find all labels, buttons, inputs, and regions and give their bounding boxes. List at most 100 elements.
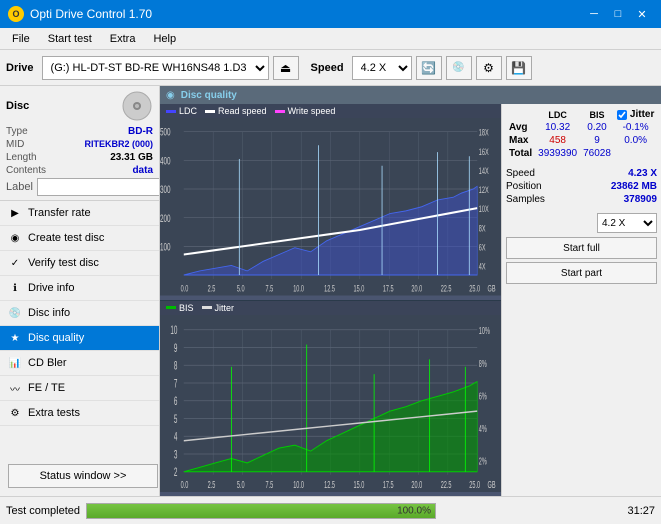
sidebar-item-create-test-disc[interactable]: ◉ Create test disc xyxy=(0,226,159,251)
svg-text:8: 8 xyxy=(174,359,178,373)
samples-row: Samples 378909 xyxy=(506,194,657,205)
top-chart: LDC Read speed Write speed xyxy=(160,104,501,301)
window-controls: ─ □ ✕ xyxy=(583,4,653,24)
menu-help[interactable]: Help xyxy=(145,31,184,47)
stats-col-ldc: LDC xyxy=(535,108,580,121)
bottom-chart-svg: 10 9 8 7 6 5 4 3 2 10% 8% 6% 4% xyxy=(160,315,501,493)
svg-text:2.5: 2.5 xyxy=(208,283,216,294)
sidebar-item-verify-test-disc[interactable]: ✓ Verify test disc xyxy=(0,251,159,276)
svg-text:17.5: 17.5 xyxy=(383,478,394,490)
save-button[interactable]: 💾 xyxy=(506,56,532,80)
jitter-legend: Jitter xyxy=(202,303,235,313)
chart-title-bar: ◉ Disc quality xyxy=(160,86,661,104)
action-area: 4.2 X Start full Start part xyxy=(506,213,657,287)
disc-mid-row: MID RITEKBR2 (000) xyxy=(6,139,153,150)
svg-text:18X: 18X xyxy=(479,127,489,138)
menu-file[interactable]: File xyxy=(4,31,38,47)
speed-select[interactable]: 4.2 X xyxy=(352,56,412,80)
start-part-button[interactable]: Start part xyxy=(506,262,657,284)
position-row: Position 23862 MB xyxy=(506,181,657,192)
svg-text:7: 7 xyxy=(174,377,178,391)
svg-text:2%: 2% xyxy=(479,454,487,466)
svg-text:15.0: 15.0 xyxy=(353,478,364,490)
svg-text:100: 100 xyxy=(160,241,171,253)
settings-button[interactable]: ⚙ xyxy=(476,56,502,80)
app-icon: O xyxy=(8,6,24,22)
label-input[interactable] xyxy=(37,178,160,196)
svg-text:22.5: 22.5 xyxy=(441,283,452,294)
svg-text:8%: 8% xyxy=(479,356,487,368)
menu-start-test[interactable]: Start test xyxy=(40,31,100,47)
svg-text:400: 400 xyxy=(160,155,171,167)
disc-info-icon: 💿 xyxy=(8,306,22,320)
svg-text:GB: GB xyxy=(488,478,496,490)
sidebar-item-cd-bler[interactable]: 📊 CD Bler xyxy=(0,351,159,376)
svg-text:17.5: 17.5 xyxy=(383,283,394,294)
disc-label-row: Label ✏ xyxy=(6,178,153,196)
svg-text:10%: 10% xyxy=(479,324,491,336)
title-bar-left: O Opti Drive Control 1.70 xyxy=(8,6,152,22)
sidebar-item-transfer-rate[interactable]: ▶ Transfer rate xyxy=(0,201,159,226)
jitter-check[interactable] xyxy=(617,110,627,120)
disc-type-row: Type BD-R xyxy=(6,126,153,137)
speed-select-inline[interactable]: 4.2 X xyxy=(597,213,657,233)
sidebar-item-disc-info[interactable]: 💿 Disc info xyxy=(0,301,159,326)
chart-title: Disc quality xyxy=(181,90,237,101)
create-test-icon: ◉ xyxy=(8,231,22,245)
svg-text:16X: 16X xyxy=(479,146,489,157)
verify-test-icon: ✓ xyxy=(8,256,22,270)
svg-text:5: 5 xyxy=(174,413,178,427)
disc-length-row: Length 23.31 GB xyxy=(6,152,153,163)
status-text: Test completed xyxy=(6,505,80,517)
jitter-checkbox[interactable]: Jitter xyxy=(617,109,654,120)
progress-text: 100.0% xyxy=(397,505,431,516)
sidebar-item-drive-info[interactable]: ℹ Drive info xyxy=(0,276,159,301)
stats-col-bis: BIS xyxy=(580,108,614,121)
bottom-legend: BIS Jitter xyxy=(160,301,501,315)
bottom-chart: BIS Jitter xyxy=(160,301,501,497)
stats-max-row: Max 458 9 0.0% xyxy=(506,134,657,147)
burn-button[interactable]: 💿 xyxy=(446,56,472,80)
svg-text:7.5: 7.5 xyxy=(265,478,273,490)
sidebar-item-extra-tests[interactable]: ⚙ Extra tests xyxy=(0,401,159,426)
charts-area: LDC Read speed Write speed xyxy=(160,104,501,496)
sidebar-item-fe-te[interactable]: 〰 FE / TE xyxy=(0,376,159,401)
svg-text:2: 2 xyxy=(174,466,178,480)
extra-tests-icon: ⚙ xyxy=(8,406,22,420)
menu-bar: File Start test Extra Help xyxy=(0,28,661,50)
refresh-button[interactable]: 🔄 xyxy=(416,56,442,80)
drive-select[interactable]: (G:) HL-DT-ST BD-RE WH16NS48 1.D3 xyxy=(42,56,269,80)
maximize-button[interactable]: □ xyxy=(607,4,629,24)
sidebar-item-label-create-test: Create test disc xyxy=(28,232,104,244)
progress-fill xyxy=(87,504,435,518)
minimize-button[interactable]: ─ xyxy=(583,4,605,24)
svg-text:10.0: 10.0 xyxy=(293,478,304,490)
svg-text:9: 9 xyxy=(174,342,178,356)
transfer-rate-icon: ▶ xyxy=(8,206,22,220)
svg-text:12.5: 12.5 xyxy=(324,478,335,490)
stats-total-row: Total 3939390 76028 xyxy=(506,147,657,160)
bis-color-dot xyxy=(166,306,176,309)
chart-title-icon: ◉ xyxy=(166,90,175,101)
start-full-button[interactable]: Start full xyxy=(506,237,657,259)
svg-text:25.0: 25.0 xyxy=(469,478,480,490)
disc-panel-title: Disc xyxy=(6,100,29,112)
title-bar: O Opti Drive Control 1.70 ─ □ ✕ xyxy=(0,0,661,28)
close-button[interactable]: ✕ xyxy=(631,4,653,24)
eject-button[interactable]: ⏏ xyxy=(273,56,299,80)
svg-text:2.5: 2.5 xyxy=(208,478,216,490)
svg-text:5.0: 5.0 xyxy=(237,478,245,490)
menu-extra[interactable]: Extra xyxy=(102,31,144,47)
svg-text:25.0: 25.0 xyxy=(469,283,480,294)
progress-bar: 100.0% xyxy=(86,503,436,519)
status-window-button[interactable]: Status window >> xyxy=(8,464,158,488)
status-window-area: Status window >> xyxy=(0,456,159,496)
nav-items: ▶ Transfer rate ◉ Create test disc ✓ Ver… xyxy=(0,201,159,456)
sidebar-item-disc-quality[interactable]: ★ Disc quality xyxy=(0,326,159,351)
fe-te-icon: 〰 xyxy=(8,381,22,395)
svg-text:4%: 4% xyxy=(479,421,487,433)
sidebar-item-label-verify-test: Verify test disc xyxy=(28,257,99,269)
svg-text:8X: 8X xyxy=(479,223,486,234)
sidebar: Disc Type BD-R MID RITEKBR2 (000) Length… xyxy=(0,86,160,496)
ldc-color-dot xyxy=(166,110,176,113)
